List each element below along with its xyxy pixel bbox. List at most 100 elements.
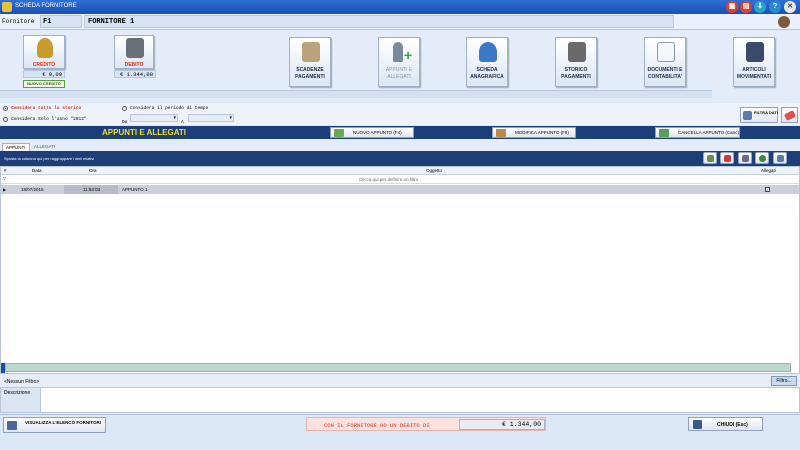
refresh-icon (759, 155, 766, 162)
description-panel[interactable]: Descrizione (0, 387, 800, 413)
radio-all-history[interactable] (3, 106, 8, 111)
user-icon[interactable] (778, 16, 790, 28)
grid-tool-button-5[interactable] (773, 152, 787, 164)
credit-button[interactable]: CREDITO (23, 35, 65, 69)
eraser-icon (783, 110, 797, 121)
row-indicator (1, 363, 5, 373)
close-button[interactable]: CHIUDI (Esc) (688, 417, 763, 431)
calculator-icon[interactable]: ▤ (740, 1, 752, 13)
grid-tool-button-2[interactable] (720, 152, 734, 164)
delete-note-button[interactable]: CANCELLA APPUNTO (Canc) (655, 127, 740, 138)
filter-icon (743, 111, 752, 120)
new-note-button[interactable]: NUOVO APPUNTO (F4) (330, 127, 414, 138)
from-label: Da (122, 120, 128, 125)
tab-allegati[interactable]: ALLEGATI (31, 143, 58, 151)
payment-deadlines-button[interactable]: SCADENZE PAGAMENTI (289, 37, 331, 87)
row-oggetto: APPUNTO 1 (122, 187, 148, 192)
edit-note-button[interactable]: MODIFICA APPUNTO (F8) (492, 127, 576, 138)
documents-accounting-button[interactable]: DOCUMENTI E CONTABILITA' (644, 37, 686, 87)
debit-value: € 1.344,00 (114, 70, 156, 78)
edit-note-icon (496, 129, 506, 137)
paperclip-icon (393, 42, 403, 62)
credit-value: € 0,00 (23, 70, 65, 78)
exit-door-icon (693, 420, 702, 429)
supplier-label: Fornitore (2, 18, 35, 25)
notes-attachments-button[interactable]: + APPUNTI E ALLEGATI (378, 37, 420, 87)
settings-icon (742, 155, 749, 162)
filter-data-button[interactable]: FILTRA DATI (740, 107, 778, 123)
shelves-icon (746, 42, 764, 62)
filter-hint: Clicca qui per definire un filtro (359, 177, 419, 182)
filter-button[interactable]: Filtro... (771, 376, 797, 386)
radio-year-only[interactable] (3, 117, 8, 122)
row-data: 18/07/2016 (21, 187, 44, 192)
all-history-label: Considera tutto lo storico (11, 106, 82, 111)
group-hint: Sposta la colonna qui per raggruppare i … (4, 156, 95, 161)
date-to-field[interactable]: ▾ (188, 114, 234, 122)
year-only-label: Considera Solo l'anno "2012" (11, 117, 87, 122)
plus-icon: + (404, 47, 413, 63)
date-from-field[interactable]: ▾ (130, 114, 178, 122)
grid-summary-row (5, 363, 791, 372)
payment-history-button[interactable]: STORICO PAGAMENTI (555, 37, 597, 87)
calendar-dropdown-icon[interactable]: ▾ (173, 115, 176, 121)
supplier-registry-button[interactable]: SCHEDA ANAGRAFICA (466, 37, 508, 87)
col-ora[interactable]: Ora (89, 168, 97, 173)
supplier-code-field[interactable]: F1 (40, 15, 82, 28)
attachment-checkbox[interactable]: ✓ (765, 187, 770, 192)
filter-footer: <Nessun Filtro> Filtro... (0, 375, 800, 387)
title-bar: SCHEDA FORNITORE ▦ ▤ ⇩ ? ✕ (0, 0, 800, 14)
new-credit-button[interactable]: NUOVO CREDITO (23, 80, 65, 88)
safe-history-icon (568, 42, 586, 62)
debt-summary: CON IL FORNITORE HO UN DEBITO DI € 1.344… (306, 417, 546, 431)
grid-header: # Data Ora Oggetto Allegati (1, 167, 799, 175)
table-row[interactable]: ▶ 18/07/2016 11:54:03 APPUNTO 1 ✓ (1, 185, 799, 194)
money-bag-icon (37, 38, 53, 58)
supplier-name-field[interactable]: FORNITORE 1 (84, 15, 674, 28)
col-oggetto[interactable]: Oggetto (426, 168, 442, 173)
window-title: SCHEDA FORNITORE (15, 3, 77, 9)
export-icon (707, 155, 714, 162)
new-note-icon (334, 129, 344, 137)
grid-tool-button-3[interactable] (738, 152, 752, 164)
help-icon[interactable]: ? (769, 1, 781, 13)
supplier-header: Fornitore F1 FORNITORE 1 (0, 14, 800, 30)
app-icon (2, 2, 12, 12)
list-icon (7, 421, 17, 430)
tab-appunti[interactable]: APPUNTI (2, 143, 30, 151)
debt-message: CON IL FORNITORE HO UN DEBITO DI (324, 422, 430, 429)
current-filter: <Nessun Filtro> (4, 379, 40, 385)
radio-period[interactable] (122, 106, 127, 111)
notes-grid: # Data Ora Oggetto Allegati ▽ Clicca qui… (0, 166, 800, 374)
coins-icon (302, 42, 320, 62)
debit-button[interactable]: DEBITO (114, 35, 154, 69)
filter-row[interactable]: ▽ Clicca qui per definire un filtro (1, 175, 799, 184)
close-icon[interactable]: ✕ (784, 1, 796, 13)
col-data[interactable]: Data (32, 168, 42, 173)
calendar-dropdown-icon[interactable]: ▾ (229, 115, 232, 121)
toolbar-strip (0, 90, 712, 98)
col-allegati[interactable]: Allegati (761, 168, 776, 173)
download-icon[interactable]: ⇩ (754, 1, 766, 13)
filter-row-icon: ▽ (3, 176, 7, 181)
document-icon (657, 42, 675, 62)
filter-panel: Considera tutto lo storico Considera il … (0, 103, 800, 125)
people-icon (479, 42, 497, 62)
delete-note-icon (659, 129, 669, 137)
columns-icon (777, 155, 784, 162)
eraser-button[interactable] (781, 107, 798, 123)
to-label: A (181, 120, 184, 125)
section-title: APPUNTI E ALLEGATI (102, 128, 186, 137)
period-label: Considera il periodo di tempo (130, 106, 209, 111)
calendar-icon[interactable]: ▦ (726, 1, 738, 13)
debt-value: € 1.344,00 (459, 419, 545, 430)
view-suppliers-button[interactable]: VISUALIZZA L'ELENCO FORNITORI (3, 417, 106, 433)
description-label: Descrizione (4, 390, 31, 396)
grid-tool-button-4[interactable] (755, 152, 769, 164)
col-num[interactable]: # (4, 168, 7, 173)
group-by-bar[interactable]: Sposta la colonna qui per raggruppare i … (0, 151, 800, 166)
safe-icon (126, 38, 144, 58)
items-moved-button[interactable]: ARTICOLI MOVIMENTATI (733, 37, 775, 87)
grid-tool-button-1[interactable] (703, 152, 717, 164)
row-pointer-icon: ▶ (3, 187, 7, 192)
